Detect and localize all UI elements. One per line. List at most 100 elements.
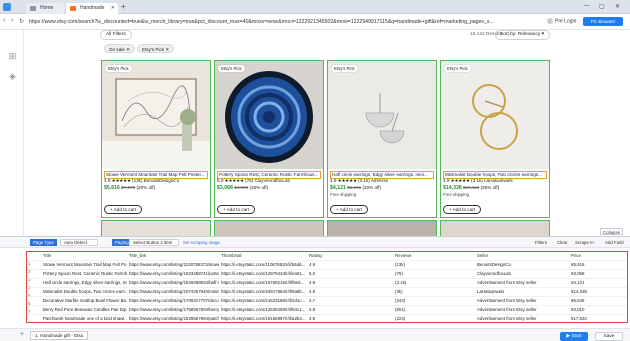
pc-browser-button[interactable]: PC Browser — [583, 17, 623, 26]
cell: Advertisement from Etsy seller — [475, 278, 569, 288]
cell: Patchwork handmade one of a kind shawl..… — [41, 314, 127, 322]
cell: https://www.etsy.com/listing/1623459741/… — [127, 269, 219, 279]
clear-button[interactable]: Clear — [557, 240, 568, 245]
seller-name[interactable]: ClayvenndfoxLab — [255, 178, 291, 183]
cell: Minimalist Double hoops, Two circles ear… — [41, 287, 127, 297]
product-rating: 5.0 ★★★★★ (76) ClayvenndfoxLab — [217, 178, 290, 184]
product-card-partial[interactable] — [101, 220, 211, 236]
address-bar[interactable]: https://www.etsy.com/search?is_discounte… — [29, 17, 514, 27]
star-icons: ★★★★★ — [337, 178, 357, 183]
paging-select[interactable]: Select Button 2 item — [129, 239, 179, 246]
col-rating[interactable]: Rating — [307, 252, 393, 261]
product-card[interactable]: Etsy's Pick Pottery Spoon Rest, Ceramic … — [214, 60, 324, 218]
product-image-hoops[interactable] — [441, 61, 549, 169]
col-seller[interactable]: Seller — [475, 252, 569, 261]
page-type-select[interactable]: Auto Detect — [60, 239, 98, 246]
scraping-range-link[interactable]: Set scraping range — [183, 240, 220, 245]
cell: Advertisement from Etsy seller — [475, 296, 569, 306]
add-to-cart-button[interactable]: + Add to cart — [330, 205, 368, 214]
cell: (344) — [393, 296, 475, 306]
filters-button[interactable]: Filters — [535, 240, 547, 245]
table-header: Title Title_link Thumbnail Rating Review… — [27, 252, 627, 261]
panel-toolbar: Page Type Auto Detect Paging Select Butt… — [0, 237, 630, 248]
product-card[interactable]: Etsy's Pick Half circle earrings, Edgy s… — [327, 60, 437, 218]
close-tab-icon[interactable]: ✕ — [111, 3, 115, 14]
cell: https://www.etsy.com/listing/1074267940/… — [127, 287, 219, 297]
add-to-cart-button[interactable]: + Add to cart — [217, 205, 255, 214]
sale-price: $3,068 — [217, 185, 233, 191]
review-count: (13k) — [132, 178, 143, 183]
product-card-partial[interactable] — [440, 220, 550, 236]
original-price: $19,118 — [463, 185, 480, 190]
cell: (3.1k) — [393, 278, 475, 288]
product-image-spoon-rest[interactable] — [215, 61, 323, 169]
task-tabs-bar: + 1. Handmade gift - Etsu ▶ Start Save — [0, 328, 630, 341]
add-field-button[interactable]: Add Field — [605, 240, 624, 245]
seller-name[interactable]: LaHalaJewels — [484, 178, 513, 183]
layers-icon[interactable]: ◈ — [8, 72, 17, 81]
product-card-partial[interactable] — [214, 220, 324, 236]
filter-chip-etsys-pick[interactable]: Etsy's Pick ✕ — [137, 44, 175, 53]
browser-toolbar: ‹ › ↻ https://www.etsy.com/search?is_dis… — [0, 14, 630, 30]
cell: (76) — [393, 269, 475, 279]
cell: LaHalaJewels — [475, 287, 569, 297]
cell: https://i.etsystatic.com/12979443/r/il/e… — [219, 269, 307, 279]
index-cell — [27, 278, 41, 288]
all-filters-button[interactable]: All Filters — [100, 30, 132, 40]
sort-dropdown[interactable]: Sort by: Relevancy ▾ — [495, 30, 550, 40]
tab-handmade[interactable]: Handmade ✕ — [66, 3, 118, 14]
col-reviews[interactable]: Reviews — [393, 252, 475, 261]
filter-chip-on-sale[interactable]: On sale ✕ — [104, 44, 135, 53]
data-table: Title Title_link Thumbnail Rating Review… — [26, 251, 628, 323]
cell: BenoitsDesignCo — [475, 260, 569, 270]
product-image-earrings[interactable] — [328, 61, 436, 169]
back-button[interactable]: ‹ — [3, 17, 5, 24]
product-card-partial[interactable] — [327, 220, 437, 236]
start-button[interactable]: ▶ Start — [560, 332, 588, 341]
cell: Advertisement from Etsy seller — [475, 314, 569, 322]
task-tab[interactable]: 1. Handmade gift - Etsu — [30, 331, 89, 340]
col-thumbnail[interactable]: Thumbnail — [219, 252, 307, 261]
product-rating: 4.9 ★★★★★ (3.1k) AdVerse — [330, 178, 388, 184]
new-tab-button[interactable]: + — [121, 2, 126, 11]
free-shipping-label: Free shipping — [443, 192, 470, 197]
add-task-icon[interactable]: ⊞ — [8, 52, 17, 61]
reload-button[interactable]: ↻ — [19, 18, 24, 25]
table-row: Minimalist Double hoops, Two circles ear… — [27, 287, 627, 297]
discount: (20% off) — [136, 185, 156, 190]
scrape-in-button[interactable]: Scrape In — [575, 240, 594, 245]
app-logo-icon — [3, 3, 11, 11]
minimize-button[interactable]: — — [584, 3, 590, 9]
add-to-cart-button[interactable]: + Add to cart — [443, 205, 481, 214]
product-card[interactable]: Etsy's Pick Stowe Vermont Mountain Trail… — [101, 60, 211, 218]
product-price: $5,616 $7,070 (20% off) — [104, 185, 155, 191]
add-to-cart-button[interactable]: + Add to cart — [104, 205, 142, 214]
cell: 4.9 — [307, 287, 393, 297]
forward-button[interactable]: › — [11, 17, 13, 24]
close-window-button[interactable]: ✕ — [615, 3, 620, 10]
product-price: $3,068 $4,090 (25% off) — [217, 185, 268, 191]
add-task-tab-icon[interactable]: + — [20, 331, 24, 338]
col-title-link[interactable]: Title_link — [127, 252, 219, 261]
review-count: (3.1k) — [358, 178, 370, 183]
col-price[interactable]: Price — [569, 252, 627, 261]
avatar — [547, 18, 553, 24]
tab-home[interactable]: Home — [26, 3, 64, 14]
seller-name[interactable]: AdVerse — [371, 178, 388, 183]
etsys-pick-badge: Etsy's Pick — [444, 65, 471, 72]
product-card[interactable]: Etsy's Pick Minimalist Double hoops, Two… — [440, 60, 550, 218]
maximize-button[interactable]: ▢ — [599, 3, 605, 10]
product-image-map[interactable] — [102, 61, 210, 169]
cell: ClayvenndfoxLab — [475, 269, 569, 279]
table-body: Stowe Vermont Mountain Trail Map Felt Po… — [27, 260, 627, 322]
cell: (224) — [393, 314, 475, 322]
etsys-pick-badge: Etsy's Pick — [105, 65, 132, 72]
collapse-button[interactable]: Collapse — [600, 228, 624, 235]
save-button[interactable]: Save — [595, 332, 623, 341]
col-title[interactable]: Title — [41, 252, 127, 261]
cell: https://www.etsy.com/listing/1709317707/… — [127, 296, 219, 306]
cell: https://www.etsy.com/listing/1529458934/… — [127, 278, 219, 288]
seller-name[interactable]: BenoitsDesignCo — [144, 178, 180, 183]
login-button[interactable]: Pre Login — [547, 18, 576, 24]
cell: 4.9 — [307, 260, 393, 270]
